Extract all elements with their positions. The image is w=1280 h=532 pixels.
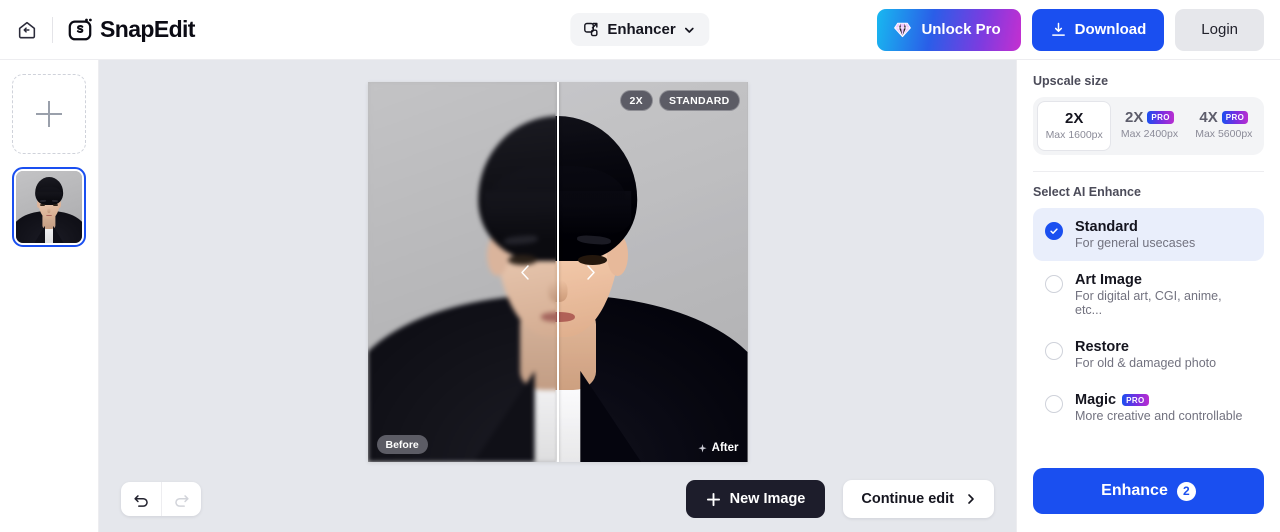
before-label: Before bbox=[376, 435, 428, 454]
app-header: SnapEdit Enhancer Unlock Pro Download Lo… bbox=[0, 0, 1280, 60]
enhance-option-restore-title: Restore bbox=[1075, 339, 1129, 355]
thumbnail-sidebar bbox=[0, 60, 99, 532]
download-label: Download bbox=[1074, 21, 1147, 38]
redo-button[interactable] bbox=[161, 482, 201, 516]
radio-standard[interactable] bbox=[1045, 222, 1063, 240]
radio-restore[interactable] bbox=[1045, 342, 1063, 360]
app-root: SnapEdit Enhancer Unlock Pro Download Lo… bbox=[0, 0, 1280, 532]
upscale-option-4x-pro-factor: 4X bbox=[1199, 109, 1218, 126]
upscale-option-2x-pro-max: Max 2400px bbox=[1120, 128, 1179, 140]
thumbnail-item-1[interactable] bbox=[12, 167, 86, 247]
unlock-pro-button[interactable]: Unlock Pro bbox=[877, 8, 1021, 51]
enhance-option-standard-text: Standard For general usecases bbox=[1075, 219, 1195, 250]
chevron-right-icon bbox=[586, 264, 595, 280]
continue-edit-button[interactable]: Continue edit bbox=[843, 480, 994, 518]
enhance-option-magic-desc: More creative and controllable bbox=[1075, 409, 1243, 423]
pro-badge: PRO bbox=[1147, 111, 1174, 124]
header-left: SnapEdit bbox=[12, 15, 195, 45]
undo-icon bbox=[133, 494, 148, 507]
enhance-option-standard-desc: For general usecases bbox=[1075, 236, 1196, 250]
pro-badge: PRO bbox=[1221, 111, 1249, 124]
header-center: Enhancer bbox=[570, 13, 710, 46]
diamond-icon bbox=[894, 22, 912, 38]
add-image-button[interactable] bbox=[12, 74, 86, 154]
enhance-button[interactable]: Enhance 2 bbox=[1033, 468, 1264, 514]
chevron-left-icon bbox=[520, 264, 529, 280]
home-back-icon[interactable] bbox=[12, 15, 42, 45]
thumbnail-preview bbox=[16, 171, 82, 243]
enhance-credit-count: 2 bbox=[1176, 481, 1196, 501]
enhance-option-standard[interactable]: Standard For general usecases bbox=[1033, 208, 1264, 261]
app-body: 2X STANDARD Before After New Image Conti… bbox=[0, 60, 1280, 532]
header-right: Unlock Pro Download Login bbox=[877, 8, 1264, 51]
enhance-button-label: Enhance bbox=[1101, 482, 1168, 499]
zoom-badge: 2X bbox=[619, 90, 653, 111]
tool-selector-enhancer[interactable]: Enhancer bbox=[570, 13, 710, 46]
upscale-option-2x-pro[interactable]: 2X PRO Max 2400px bbox=[1113, 101, 1185, 151]
check-icon bbox=[1050, 228, 1058, 234]
brand-name: SnapEdit bbox=[100, 16, 195, 42]
after-label-group: After bbox=[697, 442, 739, 454]
enhance-option-magic-title: Magic PRO bbox=[1075, 392, 1242, 408]
unlock-pro-label: Unlock Pro bbox=[921, 21, 1001, 38]
settings-panel: Upscale size 2X Max 1600px 2X PRO Max 24… bbox=[1016, 60, 1280, 532]
download-icon bbox=[1051, 22, 1065, 36]
redo-icon bbox=[175, 494, 189, 507]
snapedit-mark-icon bbox=[68, 18, 92, 40]
enhance-option-restore[interactable]: Restore For old & damaged photo bbox=[1033, 328, 1264, 381]
chevron-down-icon bbox=[685, 27, 695, 33]
enhance-frame-icon bbox=[584, 22, 598, 37]
panel-footer: Enhance 2 bbox=[1033, 468, 1264, 532]
login-button[interactable]: Login bbox=[1175, 8, 1264, 51]
enhance-option-art-image-desc: For digital art, CGI, anime, etc... bbox=[1075, 289, 1222, 317]
plus-icon bbox=[706, 492, 720, 506]
brand-logo[interactable]: SnapEdit bbox=[67, 16, 195, 43]
undo-button[interactable] bbox=[121, 482, 161, 516]
before-after-comparison[interactable]: 2X STANDARD Before After bbox=[367, 82, 748, 462]
new-image-button[interactable]: New Image bbox=[685, 480, 826, 518]
header-divider bbox=[52, 16, 53, 43]
radio-magic[interactable] bbox=[1045, 395, 1063, 413]
mode-badge: STANDARD bbox=[658, 90, 740, 111]
upscale-option-4x-pro-max: Max 5600px bbox=[1195, 128, 1253, 140]
enhance-option-art-image[interactable]: Art Image For digital art, CGI, anime, e… bbox=[1033, 261, 1264, 328]
upscale-option-2x-factor: 2X bbox=[1064, 110, 1084, 127]
plus-icon bbox=[36, 101, 62, 127]
pro-badge: PRO bbox=[1122, 393, 1149, 407]
enhance-option-standard-title: Standard bbox=[1075, 219, 1138, 235]
editor-canvas: 2X STANDARD Before After New Image Conti… bbox=[99, 60, 1016, 532]
ai-enhance-title: Select AI Enhance bbox=[1033, 185, 1141, 199]
canvas-actions: New Image Continue edit bbox=[685, 480, 994, 518]
new-image-label: New Image bbox=[729, 491, 806, 507]
after-label: After bbox=[711, 442, 739, 454]
upscale-size-group: 2X Max 1600px 2X PRO Max 2400px 4X PRO M… bbox=[1033, 97, 1264, 155]
undo-redo-group bbox=[121, 482, 201, 516]
chevron-right-icon bbox=[968, 494, 974, 504]
sparkle-icon bbox=[698, 443, 707, 452]
enhance-option-restore-desc: For old & damaged photo bbox=[1075, 356, 1217, 370]
enhance-option-art-image-text: Art Image For digital art, CGI, anime, e… bbox=[1075, 272, 1252, 317]
image-badges: 2X STANDARD bbox=[619, 90, 740, 111]
continue-edit-label: Continue edit bbox=[861, 491, 954, 507]
enhance-option-art-image-title: Art Image bbox=[1075, 272, 1142, 288]
upscale-option-4x-pro[interactable]: 4X PRO Max 5600px bbox=[1188, 101, 1260, 151]
upscale-option-2x-max: Max 1600px bbox=[1045, 129, 1103, 141]
comparison-slider-handle[interactable] bbox=[519, 257, 597, 287]
enhance-option-magic[interactable]: Magic PRO More creative and controllable bbox=[1033, 381, 1264, 434]
thumbnail-portrait-art bbox=[16, 171, 82, 243]
upscale-option-2x[interactable]: 2X Max 1600px bbox=[1037, 101, 1112, 151]
enhance-option-magic-label: Magic bbox=[1075, 392, 1117, 408]
tool-selector-label: Enhancer bbox=[607, 21, 676, 38]
enhance-option-restore-text: Restore For old & damaged photo bbox=[1075, 339, 1216, 370]
panel-divider bbox=[1033, 171, 1264, 172]
upscale-option-2x-pro-factor: 2X bbox=[1125, 109, 1144, 126]
download-button[interactable]: Download bbox=[1031, 8, 1165, 51]
canvas-toolbar: New Image Continue edit bbox=[99, 466, 1016, 532]
upscale-size-title: Upscale size bbox=[1033, 74, 1109, 88]
radio-art-image[interactable] bbox=[1045, 275, 1063, 293]
enhance-option-magic-text: Magic PRO More creative and controllable bbox=[1075, 392, 1242, 423]
